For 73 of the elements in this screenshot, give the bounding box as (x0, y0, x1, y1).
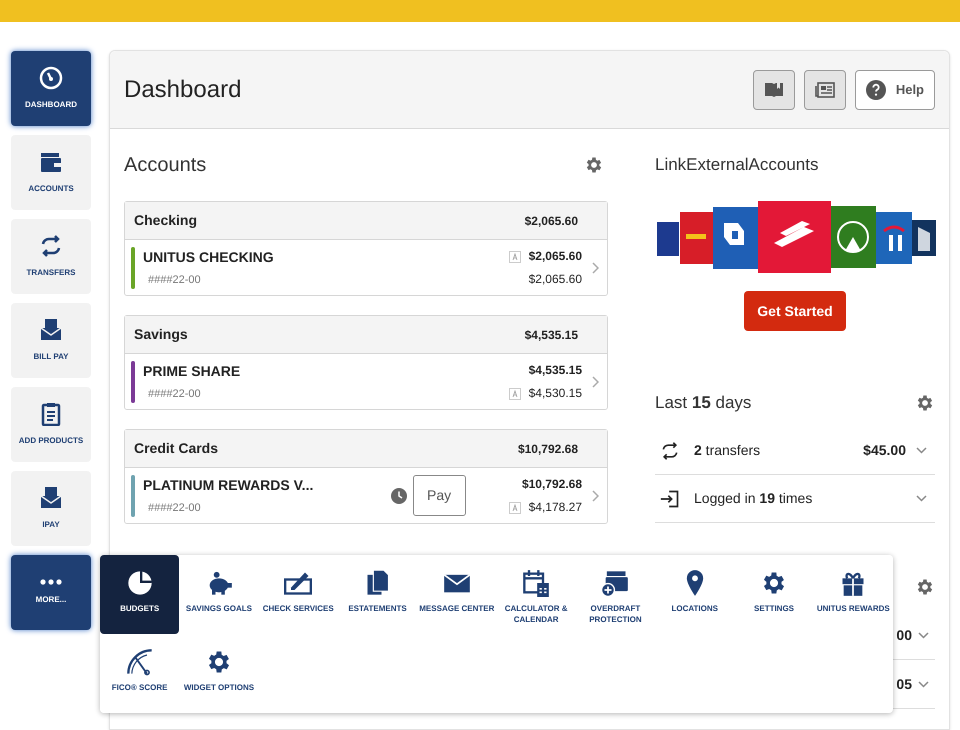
settings-icon[interactable] (915, 577, 935, 597)
section-title: Last 15 days (655, 392, 752, 414)
gauge-icon (39, 66, 63, 90)
guide-button[interactable] (752, 70, 795, 110)
account-number: ####22-00 (148, 500, 202, 516)
news-button[interactable] (804, 70, 846, 110)
chevron-right-icon (592, 490, 599, 502)
chevron-down-icon[interactable] (916, 495, 927, 502)
sidebar-item[interactable]: IPAY (11, 471, 91, 546)
sign-in-icon (660, 488, 680, 508)
chevron-right-icon (592, 262, 599, 274)
account-row[interactable]: UNITUS CHECKING ####22-00 $2,065.60 $2,065.60 (125, 240, 607, 295)
activity-row[interactable]: Logged in 19 times (655, 475, 935, 523)
book-icon (764, 82, 784, 98)
clipboard-icon (39, 402, 63, 426)
envelope-icon (39, 318, 63, 342)
available-balance: $2,065.60 (528, 271, 582, 288)
transfer-icon (660, 440, 680, 460)
chevron-down-icon[interactable] (918, 632, 929, 638)
more-icon (40, 579, 62, 585)
sidebar-item[interactable]: DASHBOARD (11, 51, 91, 126)
sidebar-item[interactable]: BILL PAY (11, 303, 91, 378)
envelope-icon (39, 486, 63, 510)
chevron-down-icon[interactable] (918, 680, 929, 688)
newspaper-icon (814, 82, 835, 98)
widget-amount: 05 (896, 674, 912, 694)
gauge-needle-icon (126, 648, 154, 676)
group-total: $4,535.15 (524, 326, 578, 344)
account-balance: $10,792.68 (522, 476, 582, 493)
activity-text: 2 transfers (694, 441, 762, 460)
group-title: Savings (134, 325, 188, 344)
account-balance: $4,535.15 (528, 362, 582, 379)
wallet-icon (39, 150, 63, 174)
calendar-calculator-icon (522, 569, 550, 597)
sidebar-item[interactable]: MORE... (11, 555, 91, 630)
settings-icon[interactable] (584, 155, 604, 175)
account-balance: $2,065.60 (528, 248, 582, 265)
available-balance: $4,178.27 (528, 499, 582, 516)
account-number: ####22-00 (148, 272, 202, 288)
sidebar-item[interactable]: ACCOUNTS (11, 135, 91, 210)
get-started-button[interactable]: Get Started (744, 291, 846, 331)
menu-item[interactable]: FICO® SCORE (100, 634, 180, 713)
menu-item[interactable]: BUDGETS (100, 555, 180, 634)
sidebar-item[interactable]: TRANSFERS (11, 219, 91, 294)
section-title: LinkExternalAccounts (655, 154, 818, 176)
page-title: Dashboard (124, 74, 242, 104)
account-number: ####22-00 (148, 386, 202, 402)
activity-text: Logged in 19 times (694, 489, 814, 508)
chevron-down-icon[interactable] (916, 447, 927, 454)
group-title: Checking (134, 211, 198, 230)
pie-chart-icon (126, 569, 154, 597)
available-balance: $4,530.15 (528, 385, 582, 402)
account-name: PLATINUM REWARDS V... (143, 476, 314, 495)
group-total: $2,065.60 (524, 212, 578, 230)
group-total: $10,792.68 (518, 440, 578, 458)
activity-amount: $45.00 (863, 441, 906, 460)
pay-button[interactable]: Pay (412, 475, 466, 516)
activity-row[interactable]: 2 transfers $45.00 (655, 427, 935, 475)
account-row[interactable]: PLATINUM REWARDS V... ####22-00 Pay $10,792.68 $4,178.27 (125, 468, 607, 523)
widget-amount: 00 (896, 626, 912, 644)
account-name: UNITUS CHECKING (143, 248, 275, 267)
chevron-right-icon (592, 376, 599, 388)
account-name: PRIME SHARE (143, 362, 242, 381)
help-icon (866, 80, 886, 100)
account-row[interactable]: PRIME SHARE ####22-00 $4,535.15 $4,530.15 (125, 354, 607, 409)
section-title: Accounts (124, 153, 206, 178)
settings-icon[interactable] (915, 393, 935, 413)
sidebar-item[interactable]: ADD PRODUCTS (11, 387, 91, 462)
group-title: Credit Cards (134, 439, 218, 458)
wallet-plus-icon (601, 569, 630, 597)
help-button[interactable]: Help (854, 70, 935, 110)
transfer-icon (39, 234, 63, 258)
menu-item[interactable]: UNITUS REWARDS (814, 555, 893, 634)
